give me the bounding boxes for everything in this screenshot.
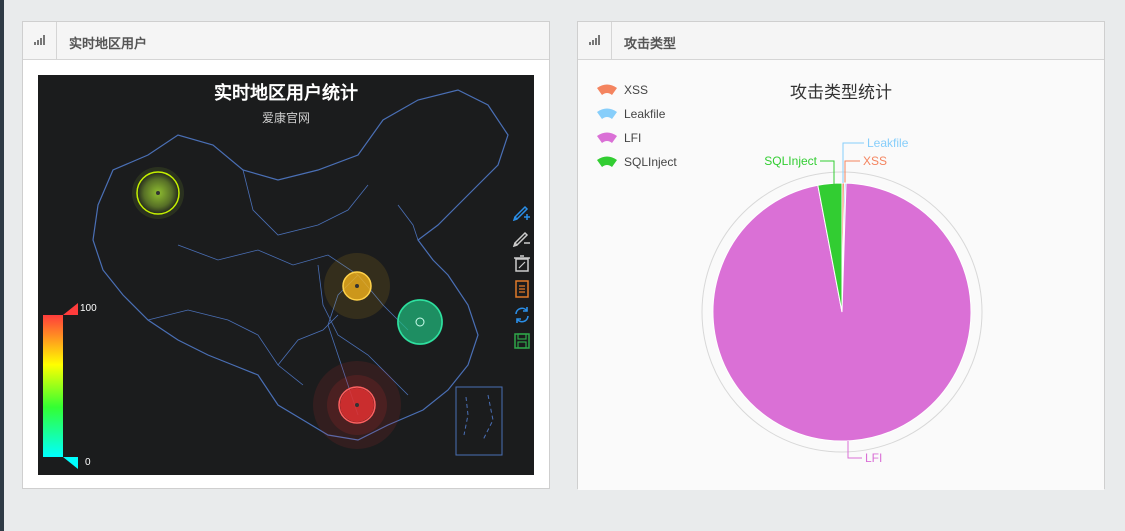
visual-map-min-label: 0 xyxy=(85,457,91,468)
map-subtitle: 爱康官网 xyxy=(261,111,310,125)
pie-label-line-leakfile xyxy=(842,142,864,183)
map-marker-northwest xyxy=(132,167,184,219)
zoom-out-icon[interactable] xyxy=(512,227,532,247)
map-marker-east xyxy=(397,299,443,345)
save-image-icon[interactable] xyxy=(512,331,532,351)
map-title: 实时地区用户统计 xyxy=(214,83,358,104)
signal-icon xyxy=(23,22,57,59)
panel-title: 攻击类型 xyxy=(624,36,677,51)
visual-map-max-handle xyxy=(63,303,78,315)
data-view-icon[interactable] xyxy=(512,279,532,299)
clear-icon[interactable] xyxy=(512,253,532,273)
south-china-sea-inset xyxy=(455,386,503,456)
pie-label-xss: XSS xyxy=(863,154,887,168)
restore-icon[interactable] xyxy=(512,305,532,325)
signal-icon xyxy=(578,22,612,59)
pie-label-lfi: LFI xyxy=(865,451,882,465)
region-users-panel: 实时地区用户 实时地区用户统计 爱康官网 100 0 xyxy=(22,21,550,489)
panel-header: 攻击类型 xyxy=(578,22,1104,60)
pie-svg: XSS Leakfile LFI SQLInject xyxy=(701,136,983,465)
map-canvas xyxy=(43,89,509,469)
attack-type-chart: 攻击类型统计 XSS Leakfile LFI SQLInject XSS Leakfi… xyxy=(578,60,1104,490)
visual-map-max-label: 100 xyxy=(80,303,97,314)
visual-map-legend xyxy=(43,303,78,469)
china-outline xyxy=(92,89,509,441)
visual-map-min-handle xyxy=(63,457,78,469)
china-map[interactable]: 实时地区用户统计 爱康官网 100 0 xyxy=(38,75,534,475)
side-strip xyxy=(0,0,4,531)
attack-type-panel: 攻击类型 攻击类型统计 XSS Leakfile LFI SQLInject XSS L… xyxy=(577,21,1105,490)
pie-label-leakfile: Leakfile xyxy=(867,136,909,150)
pie-label-sqlinject: SQLInject xyxy=(764,154,817,168)
chart-toolbox xyxy=(512,201,532,357)
map-marker-south xyxy=(313,361,401,449)
pie-label-line-lfi xyxy=(847,441,862,459)
panel-header: 实时地区用户 xyxy=(23,22,549,60)
panel-title: 实时地区用户 xyxy=(69,36,148,51)
map-marker-central xyxy=(324,253,390,319)
zoom-in-icon[interactable] xyxy=(512,201,532,221)
